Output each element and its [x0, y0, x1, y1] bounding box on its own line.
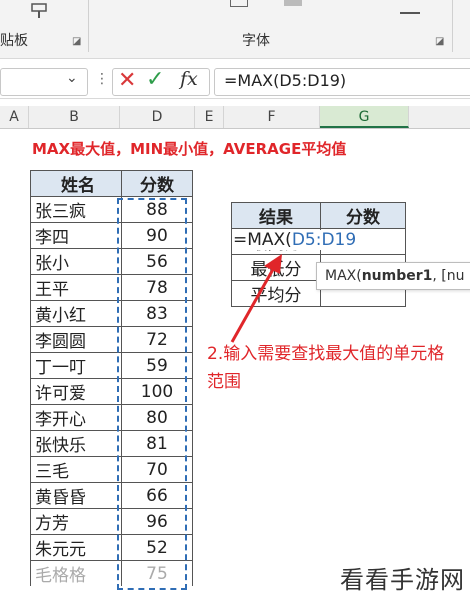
cell-name[interactable]: 丁一叮	[30, 352, 122, 379]
tooltip-arg: number1	[361, 268, 433, 284]
clipboard-group-label: 剪贴板	[0, 33, 28, 49]
annotation-arrow-icon	[230, 254, 282, 343]
formula-range-ref: D5:D19	[291, 230, 357, 250]
ribbon-separator	[88, 0, 89, 52]
cell-name[interactable]: 黄昏昏	[30, 482, 122, 509]
tooltip-func: MAX(	[325, 268, 362, 284]
table-header-row: 姓名 分数	[30, 170, 193, 197]
annotation-text: 2.输入需要查找最大值的单元格范围	[207, 344, 445, 392]
fill-color-icon[interactable]	[284, 0, 302, 6]
name-box-dropdown-icon[interactable]: ⌄	[66, 70, 78, 86]
header-score[interactable]: 分数	[121, 170, 193, 197]
cell-name[interactable]: 黄小红	[30, 300, 122, 327]
cell-name[interactable]: 张快乐	[30, 430, 122, 457]
result-header-row: 结果 分数	[231, 202, 406, 229]
cell-name[interactable]: 方芳	[30, 508, 122, 535]
formula-bar-menu-icon[interactable]: ⋮	[95, 71, 109, 87]
in-cell-formula-editor[interactable]: =MAX(D5:D19	[233, 230, 357, 250]
result-header-label[interactable]: 结果	[231, 202, 321, 229]
ribbon-separator	[452, 0, 453, 52]
border-icon[interactable]	[230, 0, 248, 7]
sheet-title: MAX最大值，MIN最小值，AVERAGE平均值	[32, 140, 347, 158]
cell-name[interactable]: 张三疯	[30, 196, 122, 223]
clipboard-launcher-icon[interactable]: ◪	[72, 36, 81, 47]
result-header-score[interactable]: 分数	[320, 202, 406, 229]
watermark-logo: 看看手游网	[340, 566, 465, 594]
column-header-b[interactable]: B	[29, 106, 120, 128]
cell-name[interactable]: 三毛	[30, 456, 122, 483]
font-group-buttons	[230, 0, 320, 8]
cell-name[interactable]: 王平	[30, 274, 122, 301]
cell-name[interactable]: 李圆圆	[30, 326, 122, 353]
cell-name[interactable]: 毛格格	[30, 560, 122, 586]
header-name[interactable]: 姓名	[30, 170, 122, 197]
cell-name[interactable]: 许可爱	[30, 378, 122, 405]
cancel-icon[interactable]: ✕	[118, 68, 136, 93]
formula-input[interactable]: =MAX(D5:D19)	[224, 71, 346, 90]
cell-name[interactable]: 李四	[30, 222, 122, 249]
range-selection-highlight	[117, 198, 187, 590]
format-painter-icon[interactable]	[30, 2, 52, 20]
formula-prefix: =MAX(	[233, 230, 292, 250]
font-launcher-icon[interactable]: ◪	[435, 36, 444, 47]
tooltip-rest: , [nu	[432, 268, 465, 284]
cell-name[interactable]: 朱元元	[30, 534, 122, 561]
function-tooltip[interactable]: MAX(number1, [nu	[316, 262, 470, 290]
column-header-g[interactable]: G	[320, 106, 409, 128]
alignment-icon[interactable]	[400, 0, 420, 14]
column-header-a[interactable]: A	[0, 106, 29, 128]
column-header-f[interactable]: F	[224, 106, 320, 128]
column-header-e[interactable]: E	[195, 106, 224, 128]
font-group-label: 字体	[242, 33, 270, 49]
cell-name[interactable]: 李开心	[30, 404, 122, 431]
insert-function-icon[interactable]: fx	[180, 68, 198, 90]
column-header-d[interactable]: D	[120, 106, 195, 128]
enter-icon[interactable]: ✓	[146, 67, 164, 92]
cell-name[interactable]: 张小	[30, 248, 122, 275]
